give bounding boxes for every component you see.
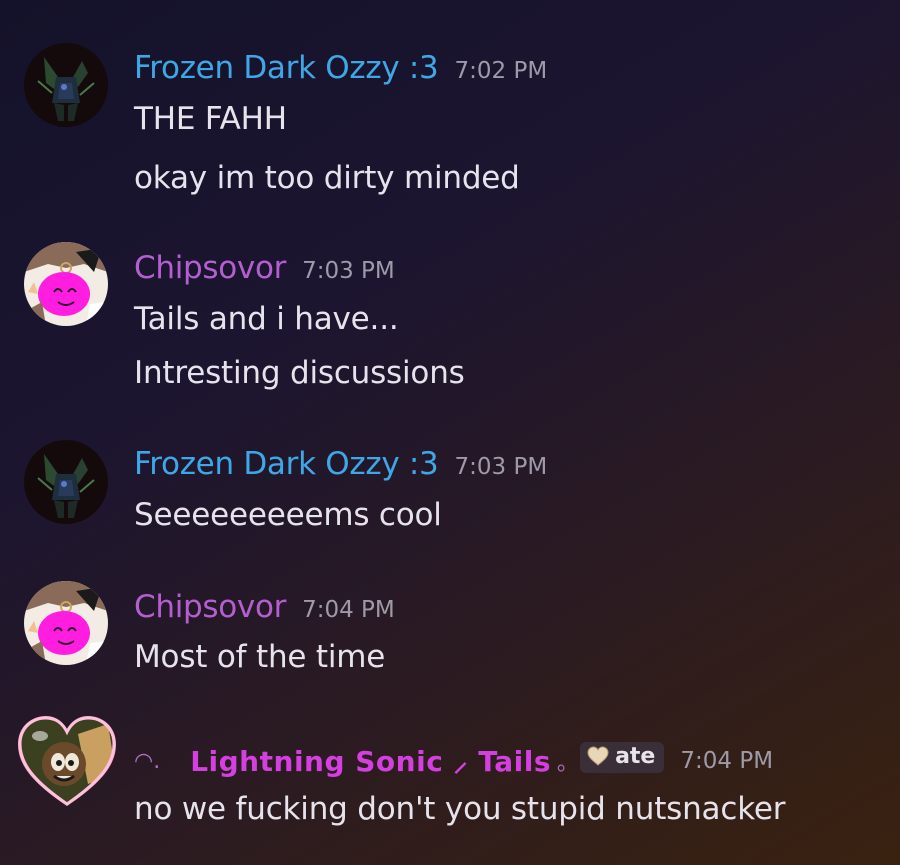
message-text: Tails and i have... xyxy=(134,301,399,337)
message-header: Chipsovor 7:03 PM xyxy=(134,250,395,286)
message-header: Chipsovor 7:04 PM xyxy=(134,589,395,625)
timestamp[interactable]: 7:04 PM xyxy=(302,597,395,623)
message-text: THE FAHH xyxy=(134,101,287,137)
message-header: Frozen Dark Ozzy :3 7:02 PM xyxy=(134,50,547,86)
username-suffix: ｡ xyxy=(557,751,569,776)
guild-tag-label: ate xyxy=(615,743,656,769)
message-text: no we fucking don't you stupid nutsnacke… xyxy=(134,791,786,827)
username[interactable]: Frozen Dark Ozzy :3 xyxy=(134,446,439,482)
timestamp[interactable]: 7:04 PM xyxy=(680,748,773,774)
message-text: Intresting discussions xyxy=(134,355,465,391)
timestamp[interactable]: 7:03 PM xyxy=(454,454,547,480)
avatar[interactable] xyxy=(24,581,108,665)
heart-icon xyxy=(587,746,609,766)
username[interactable]: Frozen Dark Ozzy :3 xyxy=(134,50,439,86)
timestamp[interactable]: 7:02 PM xyxy=(454,58,547,84)
username[interactable]: Chipsovor xyxy=(134,589,286,625)
timestamp[interactable]: 7:03 PM xyxy=(302,258,395,284)
message-header: ◠. Lightning Sonic ⸝ Tails ｡ ate 7:04 PM xyxy=(134,741,773,780)
message-header: Frozen Dark Ozzy :3 7:03 PM xyxy=(134,446,547,482)
avatar[interactable] xyxy=(18,714,116,810)
avatar[interactable] xyxy=(24,43,108,127)
avatar[interactable] xyxy=(24,440,108,524)
username-prefix: ◠. xyxy=(134,748,161,774)
username[interactable]: Lightning Sonic ⸝ Tails xyxy=(190,742,551,780)
username[interactable]: Chipsovor xyxy=(134,250,286,286)
message-text: okay im too dirty minded xyxy=(134,160,520,196)
message-text: Most of the time xyxy=(134,639,386,675)
guild-tag[interactable]: ate xyxy=(580,741,665,773)
avatar[interactable] xyxy=(24,242,108,326)
message-text: Seeeeeeeeems cool xyxy=(134,497,442,533)
